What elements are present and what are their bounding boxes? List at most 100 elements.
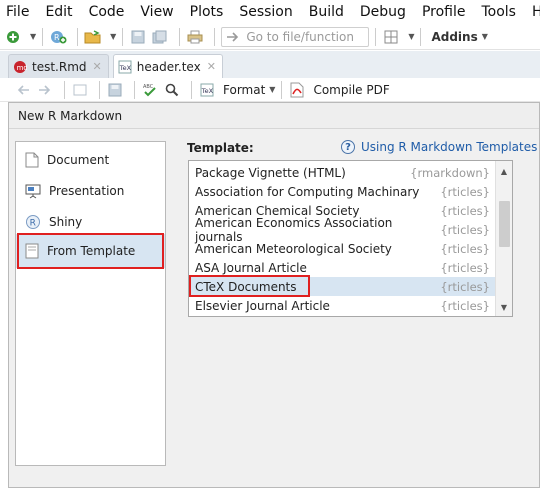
template-item[interactable]: Association for Computing Machinary {rti… xyxy=(189,182,495,201)
highlight-box xyxy=(189,275,310,297)
scroll-down-icon[interactable]: ▼ xyxy=(496,299,512,315)
template-item[interactable]: American Economics Association journals … xyxy=(189,216,495,244)
new-project-icon[interactable]: R xyxy=(49,28,67,46)
spellcheck-icon[interactable]: ABC xyxy=(141,81,159,99)
addins-button[interactable]: Addins xyxy=(431,30,477,44)
divider xyxy=(281,80,283,99)
format-menu[interactable]: Format xyxy=(223,83,265,97)
menu-help[interactable]: Help xyxy=(532,4,540,20)
menu-code[interactable]: Code xyxy=(89,4,125,20)
divider xyxy=(122,27,124,46)
chevron-down-icon[interactable]: ▼ xyxy=(482,32,488,41)
menu-view[interactable]: View xyxy=(140,4,173,20)
chevron-down-icon[interactable]: ▼ xyxy=(110,32,116,41)
scrollbar-thumb[interactable] xyxy=(499,201,510,247)
divider xyxy=(64,80,65,99)
template-list[interactable]: Package Vignette (HTML) {rmarkdown} Asso… xyxy=(188,160,513,317)
menubar: File Edit Code View Plots Session Build … xyxy=(0,0,540,24)
menu-edit[interactable]: Edit xyxy=(45,4,72,20)
svg-text:ABC: ABC xyxy=(143,84,154,90)
menu-file[interactable]: File xyxy=(6,4,29,20)
grid-layout-icon[interactable] xyxy=(382,28,400,46)
help-link-text[interactable]: Using R Markdown Templates xyxy=(361,140,537,154)
goto-file-input[interactable]: Go to file/function xyxy=(221,26,370,47)
chevron-down-icon[interactable]: ▼ xyxy=(408,32,414,41)
document-icon xyxy=(25,152,39,168)
svg-text:TeX: TeX xyxy=(119,64,132,72)
menu-debug[interactable]: Debug xyxy=(360,4,406,20)
close-icon[interactable]: ✕ xyxy=(207,60,216,73)
print-icon[interactable] xyxy=(186,28,204,46)
template-label: Template: xyxy=(187,141,254,155)
presentation-icon xyxy=(25,184,41,199)
template-name: American Meteorological Society xyxy=(195,241,392,256)
menu-plots[interactable]: Plots xyxy=(190,4,224,20)
dialog-title: New R Markdown xyxy=(9,103,539,129)
compile-pdf-button[interactable]: Compile PDF xyxy=(313,83,389,97)
search-icon[interactable] xyxy=(163,81,181,99)
svg-text:R: R xyxy=(30,219,36,229)
menu-session[interactable]: Session xyxy=(239,4,292,20)
output-type-label: Shiny xyxy=(49,215,83,229)
chevron-down-icon[interactable]: ▼ xyxy=(269,85,275,94)
template-package: {rticles} xyxy=(440,241,490,256)
template-package: {rticles} xyxy=(440,279,490,294)
help-icon: ? xyxy=(341,140,355,154)
output-type-presentation[interactable]: Presentation xyxy=(16,176,165,206)
template-item[interactable]: Elsevier Journal Article {rticles} xyxy=(189,296,495,315)
goto-placeholder: Go to file/function xyxy=(246,29,354,44)
scroll-up-icon[interactable]: ▲ xyxy=(496,163,512,179)
forward-arrow-icon[interactable] xyxy=(36,81,54,99)
tab-test-rmd[interactable]: md test.Rmd ✕ xyxy=(8,54,109,78)
divider xyxy=(99,80,100,99)
menu-profile[interactable]: Profile xyxy=(422,4,466,20)
divider xyxy=(179,27,181,46)
main-toolbar: ▼ R ▼ Go to file/function ▼ Addins ▼ xyxy=(0,24,540,50)
svg-text:md: md xyxy=(17,64,27,72)
open-file-icon[interactable] xyxy=(84,28,102,46)
template-package: {rticles} xyxy=(440,222,490,237)
menu-tools[interactable]: Tools xyxy=(481,4,516,20)
help-link[interactable]: ? Using R Markdown Templates xyxy=(341,140,537,154)
tex-format-icon: TeX xyxy=(198,81,216,99)
template-package: {rticles} xyxy=(440,184,490,199)
pdf-icon xyxy=(288,81,306,99)
output-type-document[interactable]: Document xyxy=(16,145,165,175)
output-type-label: Presentation xyxy=(49,184,125,198)
tab-header-tex[interactable]: TeX header.tex ✕ xyxy=(112,54,223,78)
save-icon[interactable] xyxy=(129,28,147,46)
show-in-window-icon[interactable] xyxy=(71,81,89,99)
divider xyxy=(191,80,192,99)
new-file-icon[interactable] xyxy=(4,28,22,46)
highlight-box xyxy=(17,233,164,269)
arrow-right-icon xyxy=(227,31,239,42)
tex-file-icon: TeX xyxy=(118,60,132,73)
svg-text:TeX: TeX xyxy=(201,87,214,95)
template-package: {rmarkdown} xyxy=(410,165,490,180)
svg-text:R: R xyxy=(54,33,60,42)
divider xyxy=(375,27,377,46)
shiny-icon: R xyxy=(26,215,40,229)
editor-tabs: md test.Rmd ✕ TeX header.tex ✕ xyxy=(0,51,540,78)
template-item[interactable]: American Meteorological Society {rticles… xyxy=(189,239,495,258)
save-all-icon[interactable] xyxy=(151,28,169,46)
back-arrow-icon[interactable] xyxy=(14,81,32,99)
save-icon[interactable] xyxy=(106,81,124,99)
divider xyxy=(77,27,79,46)
new-rmarkdown-dialog: New R Markdown Document Presentation R S… xyxy=(8,102,540,488)
rmd-file-icon: md xyxy=(14,60,27,73)
output-type-list: Document Presentation R Shiny From Templ… xyxy=(15,141,166,466)
template-package: {rticles} xyxy=(440,298,490,313)
chevron-down-icon[interactable]: ▼ xyxy=(30,32,36,41)
template-name: Association for Computing Machinary xyxy=(195,184,420,199)
close-icon[interactable]: ✕ xyxy=(93,60,102,73)
divider xyxy=(214,27,216,46)
output-type-label: Document xyxy=(47,153,110,167)
template-item[interactable]: Package Vignette (HTML) {rmarkdown} xyxy=(189,163,495,182)
template-name: Package Vignette (HTML) xyxy=(195,165,346,180)
editor-toolbar: ABC TeX Format ▼ Compile PDF xyxy=(0,78,540,102)
template-scrollbar[interactable]: ▲ ▼ xyxy=(495,161,512,316)
tab-label: test.Rmd xyxy=(32,59,87,74)
template-name: Elsevier Journal Article xyxy=(195,298,330,313)
menu-build[interactable]: Build xyxy=(309,4,344,20)
